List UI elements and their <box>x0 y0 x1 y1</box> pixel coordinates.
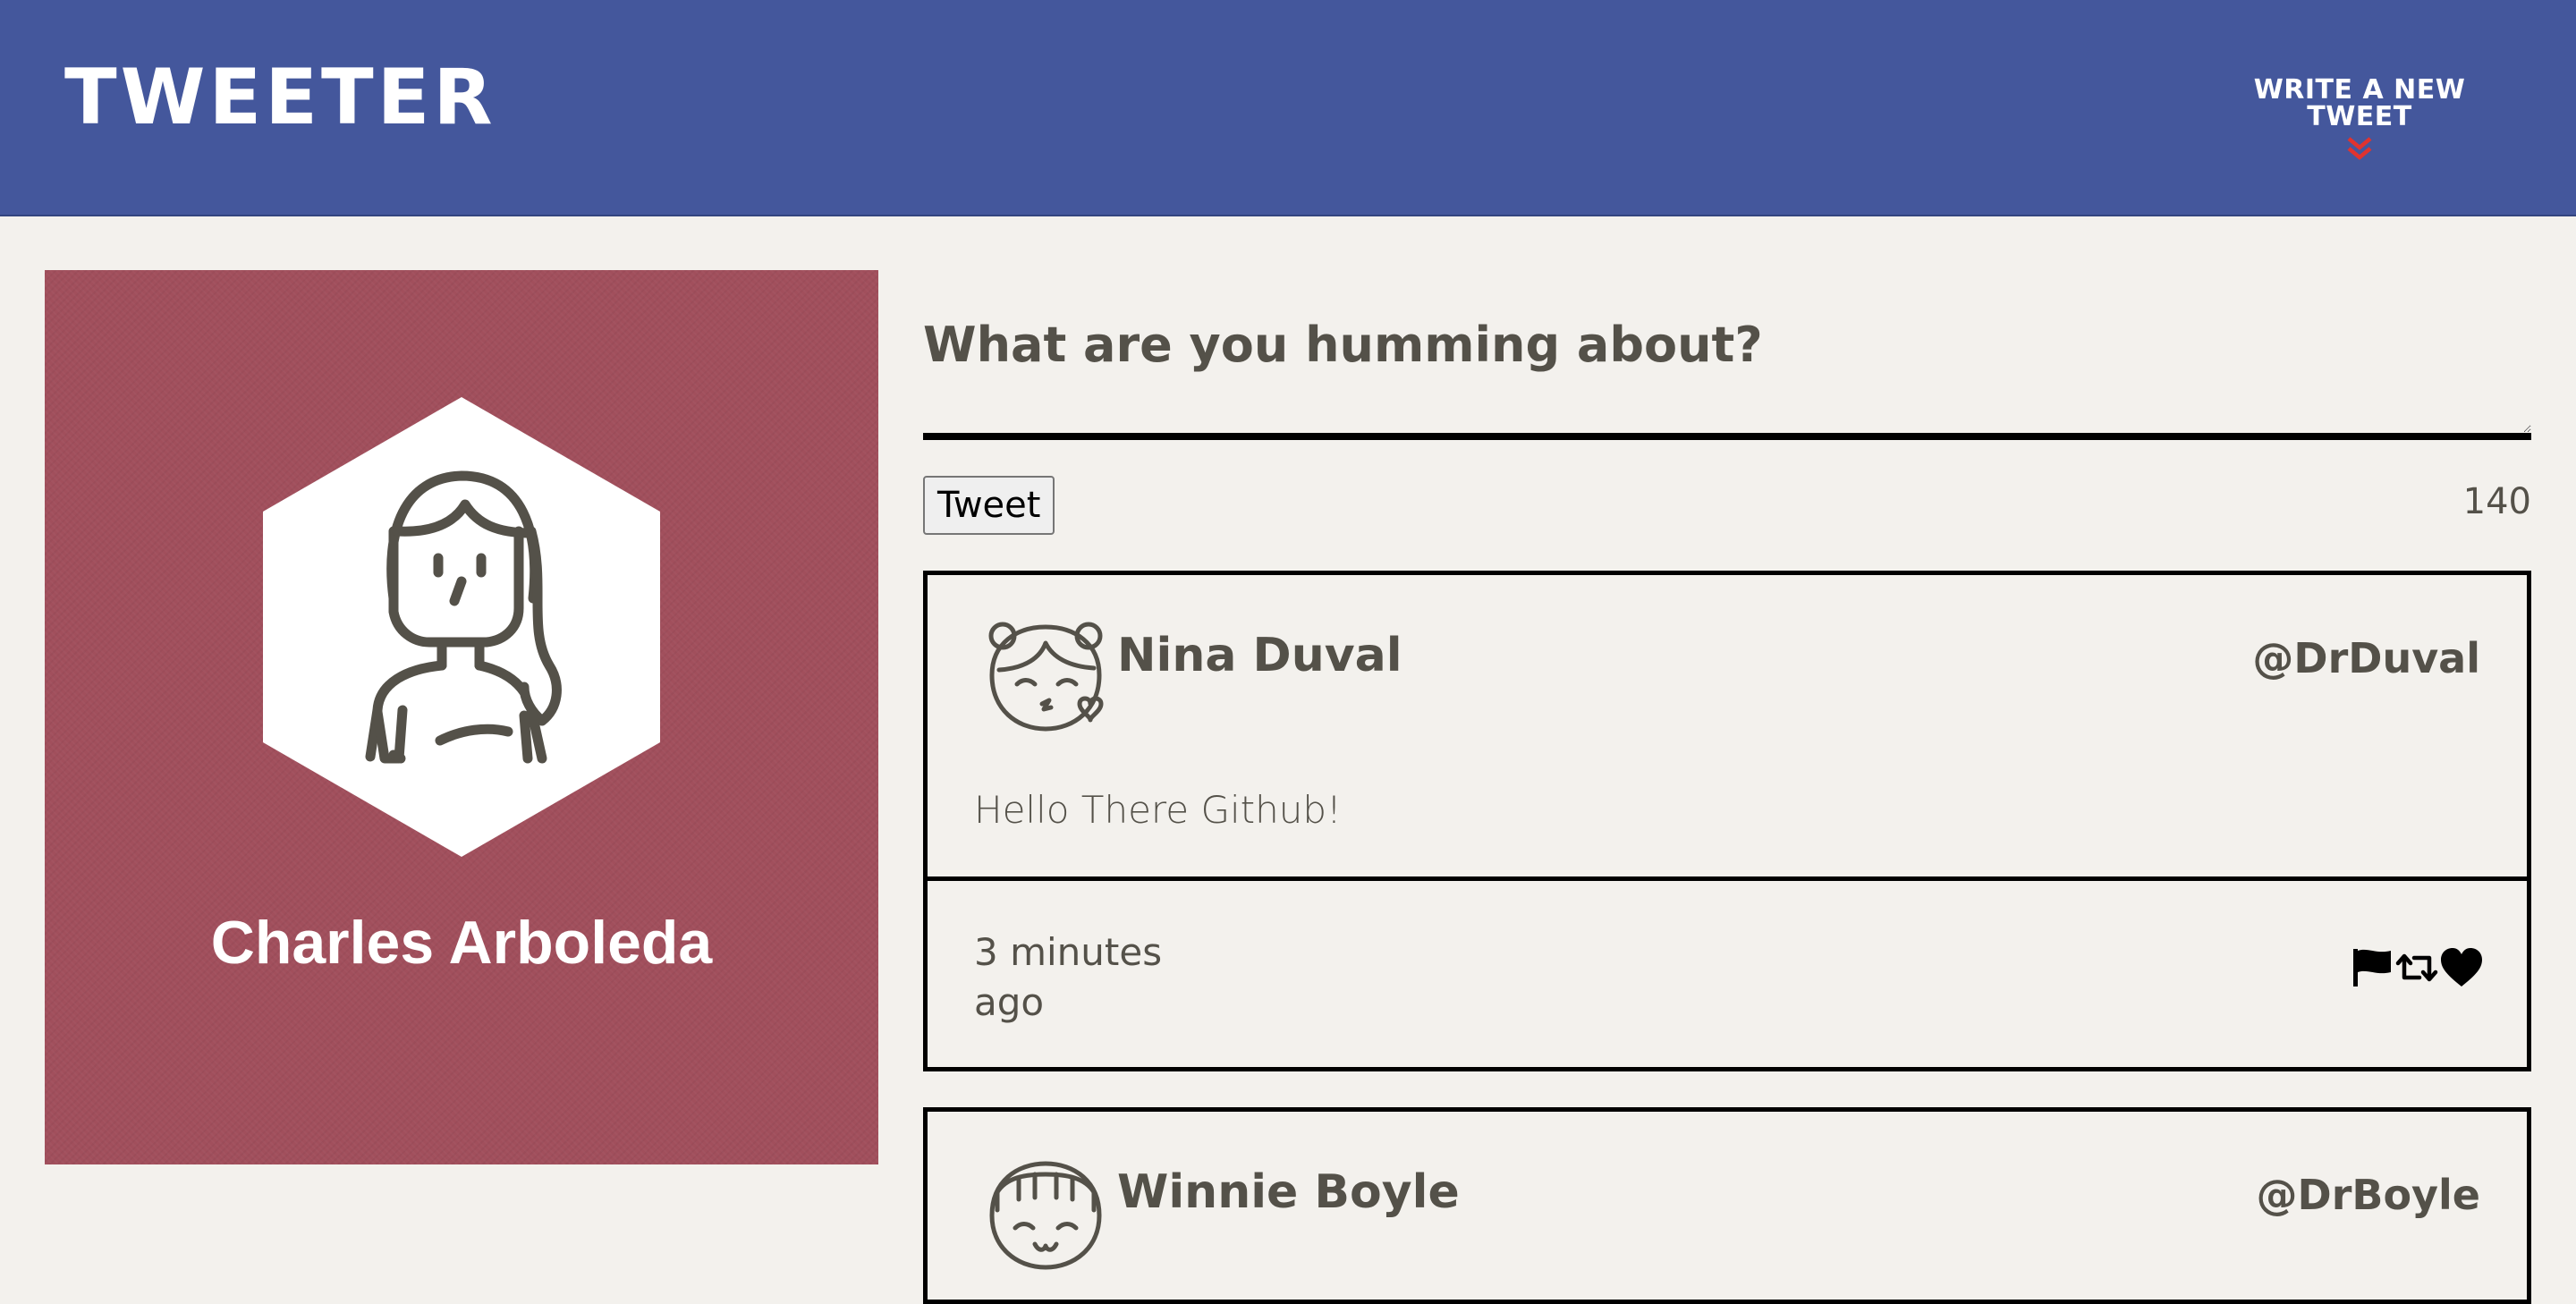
composer-controls: Tweet 140 <box>923 476 2531 574</box>
tweet-card: Nina Duval @DrDuval Hello There Github! … <box>923 571 2531 1071</box>
navbar: TWEETER WRITE A NEW TWEET <box>0 0 2576 216</box>
flag-icon[interactable] <box>2350 945 2394 990</box>
tweet-author-name: Nina Duval <box>1117 629 1402 682</box>
write-new-tweet-label: WRITE A NEW TWEET <box>2253 74 2466 132</box>
tweet-button[interactable]: Tweet <box>923 476 1055 535</box>
profile-card: Charles Arboleda <box>45 270 878 1164</box>
profile-name: Charles Arboleda <box>210 909 713 977</box>
tweet-card: Winnie Boyle @DrBoyle <box>923 1107 2531 1304</box>
retweet-icon[interactable] <box>2394 945 2439 990</box>
brand-logo[interactable]: TWEETER <box>64 59 496 136</box>
girl-kissing-avatar-icon <box>988 622 1104 732</box>
tweet-composer: Tweet 140 <box>923 304 2531 574</box>
profile-avatar <box>263 397 660 857</box>
girl-smiling-avatar-icon <box>989 1161 1102 1270</box>
tweet-actions <box>2350 945 2484 990</box>
chevron-double-down-icon <box>2347 137 2372 160</box>
tweet-body: Hello There Github! <box>974 788 1342 832</box>
tweet-author-name: Winnie Boyle <box>1117 1165 1460 1219</box>
tweet-author-handle: @DrBoyle <box>2256 1171 2480 1219</box>
write-new-tweet-link[interactable]: WRITE A NEW TWEET <box>2207 77 2512 161</box>
heart-icon[interactable] <box>2439 945 2484 990</box>
character-counter: 140 <box>2462 481 2531 522</box>
tweet-timestamp: 3 minutes ago <box>974 930 1163 1024</box>
tweet-footer: 3 minutes ago <box>928 876 2527 1067</box>
tweet-author-handle: @DrDuval <box>2252 634 2480 682</box>
tweet-textarea[interactable] <box>923 304 2531 440</box>
